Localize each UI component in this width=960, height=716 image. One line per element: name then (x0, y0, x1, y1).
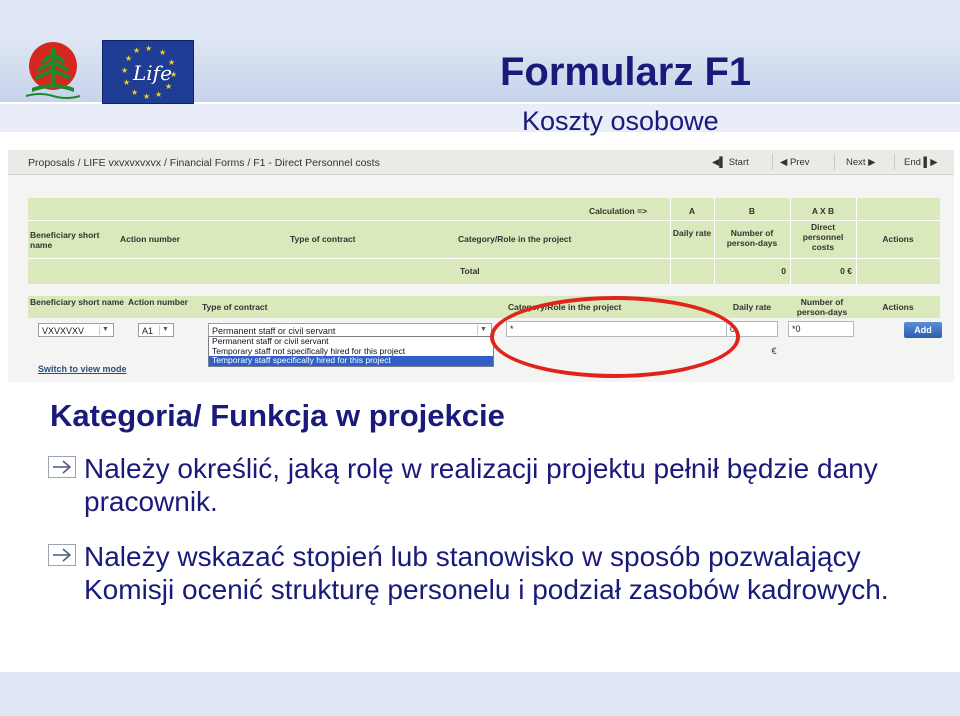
header-person-days: Number of person-days (726, 228, 778, 248)
svg-text:★: ★ (145, 44, 152, 53)
table-divider (28, 258, 940, 259)
total-costs: 0 € (840, 266, 852, 276)
top-band (0, 0, 960, 38)
table-divider (856, 198, 857, 284)
entry-header-contract: Type of contract (202, 302, 268, 312)
nav-separator (894, 154, 895, 170)
contract-type-dropdown: Permanent staff or civil servant Tempora… (208, 336, 494, 367)
header-action-number: Action number (120, 234, 180, 244)
header-direct-costs: Direct personnel costs (802, 222, 844, 252)
arrow-bullet-icon (48, 456, 76, 478)
chevron-down-icon: ▼ (159, 325, 171, 335)
col-b-label: B (748, 206, 756, 216)
entry-header-rate: Daily rate (732, 302, 772, 312)
end-label: End (904, 157, 921, 168)
nav-separator (772, 154, 773, 170)
action-select[interactable]: A1 ▼ (138, 323, 174, 337)
svg-text:★: ★ (159, 48, 166, 57)
svg-text:★: ★ (133, 46, 140, 55)
entry-header-action: Action number (128, 297, 188, 307)
end-button[interactable]: End ▌▶ (904, 157, 938, 168)
start-button[interactable]: ◀▌ Start (712, 157, 749, 168)
prev-label: Prev (789, 157, 810, 168)
svg-text:★: ★ (125, 54, 132, 63)
section-heading: Kategoria/ Funkcja w projekcie (50, 398, 505, 433)
breadcrumb-bar: Proposals / LIFE vxvxvxvxvx / Financial … (8, 150, 954, 175)
entry-header-days: Number of person-days (796, 297, 848, 317)
svg-text:★: ★ (131, 88, 138, 97)
contract-type-value: Permanent staff or civil servant (212, 326, 336, 336)
breadcrumb: Proposals / LIFE vxvxvxvxvx / Financial … (28, 157, 380, 169)
arrow-bullet-icon (48, 544, 76, 566)
header-contract-type: Type of contract (290, 234, 356, 244)
bullet-text-1: Należy określić, jaką rolę w realizacji … (84, 453, 878, 517)
application-screenshot: Proposals / LIFE vxvxvxvxvx / Financial … (8, 150, 954, 382)
dropdown-option-highlighted[interactable]: Temporary staff specifically hired for t… (209, 355, 493, 366)
next-button[interactable]: Next ▶ (846, 157, 876, 168)
entry-header-actions: Actions (882, 302, 914, 312)
svg-text:★: ★ (155, 90, 162, 99)
next-label: Next (846, 157, 866, 168)
person-days-input[interactable]: *0 (788, 321, 854, 337)
bottom-band (0, 672, 960, 716)
beneficiary-select[interactable]: VXVXVXV ▼ (38, 323, 114, 337)
chevron-down-icon: ▼ (99, 325, 111, 335)
total-person-days: 0 (781, 266, 786, 276)
svg-text:★: ★ (121, 66, 128, 75)
svg-text:★: ★ (143, 92, 150, 101)
slide-title: Formularz F1 (500, 50, 752, 94)
nav-separator (834, 154, 835, 170)
col-axb-label: A X B (811, 206, 835, 216)
header-daily-rate: Daily rate (672, 228, 712, 238)
header-sub-band (0, 104, 960, 132)
header-actions: Actions (882, 234, 914, 244)
chevron-down-icon: ▼ (477, 325, 489, 335)
contract-type-select[interactable]: Permanent staff or civil servant ▼ (208, 323, 492, 337)
header-beneficiary: Beneficiary short name (30, 230, 100, 250)
svg-text:★: ★ (123, 78, 130, 87)
total-label: Total (460, 266, 480, 276)
start-label: Start (728, 157, 749, 168)
life-logo-text: Life (133, 61, 172, 85)
beneficiary-value: VXVXVXV (42, 326, 85, 336)
slide-subtitle: Koszty osobowe (522, 106, 719, 136)
bullet-text-2: Należy wskazać stopień lub stanowisko w … (84, 541, 889, 605)
table-divider (28, 220, 940, 221)
col-a-label: A (688, 206, 696, 216)
add-button[interactable]: Add (904, 322, 942, 338)
prev-button[interactable]: ◀ Prev (780, 157, 810, 168)
switch-view-mode-link[interactable]: Switch to view mode (38, 364, 127, 374)
calculation-label: Calculation => (588, 206, 648, 216)
highlight-ring (490, 296, 740, 378)
entry-header-beneficiary: Beneficiary short name (30, 297, 125, 307)
life-logo: ★ ★ ★ ★ ★ ★ ★ ★ ★ ★ ★ ★ Life (102, 40, 194, 104)
ngo-logo (25, 42, 81, 99)
action-value: A1 (142, 326, 154, 336)
euro-symbol: € (771, 346, 777, 356)
header-category-role: Category/Role in the project (458, 234, 572, 244)
